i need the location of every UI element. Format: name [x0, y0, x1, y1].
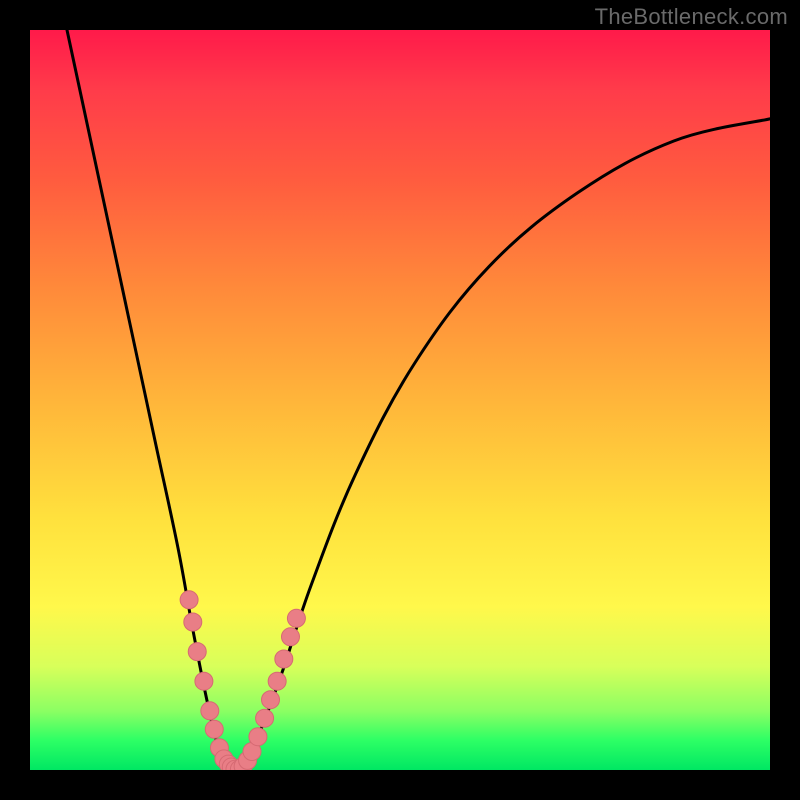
data-marker [287, 609, 305, 627]
data-marker [195, 672, 213, 690]
data-marker [201, 702, 219, 720]
watermark-text: TheBottleneck.com [595, 4, 788, 30]
plot-area [30, 30, 770, 770]
data-marker [262, 691, 280, 709]
left-curve [67, 30, 236, 770]
data-marker [188, 643, 206, 661]
data-marker [275, 650, 293, 668]
left-marker-cluster [180, 591, 244, 770]
data-marker [281, 628, 299, 646]
data-marker [180, 591, 198, 609]
data-marker [249, 728, 267, 746]
data-marker [268, 672, 286, 690]
curve-layer [30, 30, 770, 770]
data-marker [184, 613, 202, 631]
data-marker [205, 720, 223, 738]
right-marker-cluster [230, 609, 305, 770]
chart-frame: TheBottleneck.com [0, 0, 800, 800]
data-marker [256, 709, 274, 727]
right-curve [236, 119, 770, 770]
